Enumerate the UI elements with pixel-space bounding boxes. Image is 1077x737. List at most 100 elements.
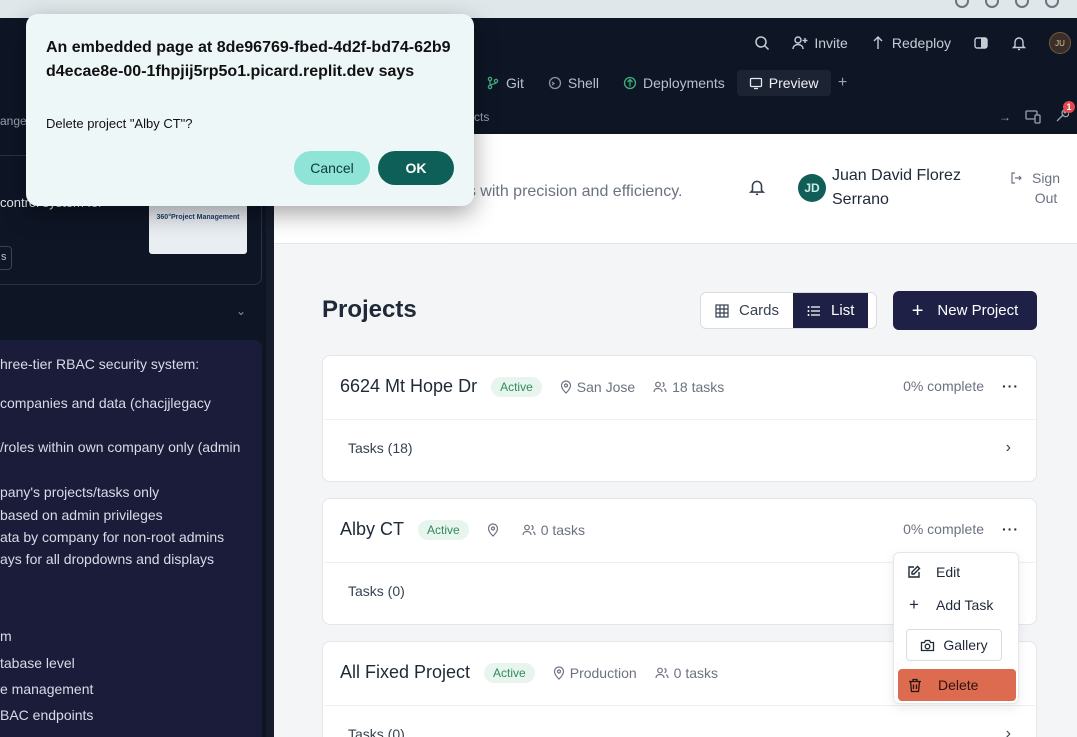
left-partial-text: ange — [0, 114, 27, 128]
search-button[interactable] — [754, 35, 770, 51]
menu-item-label: Add Task — [936, 596, 994, 613]
layout-button[interactable] — [973, 35, 989, 51]
map-pin-icon — [560, 379, 571, 394]
user-name: Juan David Florez Serrano — [832, 167, 961, 208]
project-location: San Jose — [560, 379, 635, 395]
agent-message-line: pany's projects/tasks only — [0, 484, 160, 500]
agent-message-line: tabase level — [0, 655, 75, 671]
project-name[interactable]: All Fixed Project — [340, 662, 470, 683]
tasks-row-label: Tasks (18) — [348, 439, 413, 456]
avatar[interactable]: JD — [798, 174, 826, 202]
tasks-expander[interactable]: Tasks (0) › — [324, 705, 1035, 737]
account-avatar[interactable]: JU — [1049, 32, 1071, 54]
preview-icon — [749, 77, 762, 90]
agent-message-line: BAC endpoints — [0, 707, 94, 723]
map-pin-icon — [553, 665, 564, 680]
project-name[interactable]: 6624 Mt Hope Dr — [340, 376, 477, 397]
map-pin-icon — [487, 522, 498, 537]
tab-shell[interactable]: Shell — [536, 70, 611, 96]
agent-message-line: ays for all dropdowns and displays — [0, 551, 215, 567]
search-icon — [755, 36, 770, 51]
app-preview: nstruction projects with precision and e… — [274, 134, 1077, 737]
users-icon — [655, 667, 669, 678]
chevron-right-icon: › — [1005, 724, 1011, 737]
status-badge: Active — [484, 662, 535, 683]
task-count-label: 18 tasks — [672, 378, 725, 395]
menu-item-label: Edit — [936, 564, 961, 580]
attachment-thumbnail[interactable]: 360°Project Management — [149, 200, 247, 254]
more-options-icon[interactable]: ··· — [1002, 521, 1019, 537]
browser-icon[interactable] — [1015, 0, 1029, 8]
edit-icon — [908, 565, 921, 578]
layout-icon — [974, 37, 988, 49]
more-options-icon[interactable]: ··· — [1002, 378, 1019, 394]
menu-item-add-task[interactable]: + Add Task — [906, 596, 993, 613]
gallery-button[interactable]: Gallery — [906, 629, 1002, 661]
location-label: San Jose — [576, 378, 636, 395]
tasks-expander[interactable]: Tasks (18) › — [324, 419, 1035, 475]
status-badge: Active — [418, 519, 469, 540]
plus-icon: + — [909, 595, 919, 614]
project-name[interactable]: Alby CT — [340, 519, 404, 540]
agent-message-line: m — [0, 628, 12, 644]
tab-shell-label: Shell — [567, 75, 600, 91]
panel-resize-handle[interactable] — [266, 134, 274, 737]
confirm-dialog: An embedded page at 8de96769-fbed-4d2f-b… — [26, 14, 474, 206]
view-list-button[interactable]: List — [793, 293, 869, 328]
agent-message-line: ata by company for non-root admins — [0, 529, 225, 545]
status-badge: Active — [491, 376, 542, 397]
agent-message-line: based on admin privileges — [0, 507, 163, 523]
project-task-count: 0 tasks — [655, 665, 718, 681]
profile-icon[interactable] — [1045, 0, 1059, 8]
redeploy-label: Redeploy — [891, 35, 951, 51]
redeploy-button[interactable]: Redeploy — [870, 35, 951, 51]
thumbnail-caption: 360°Project Management — [156, 214, 240, 221]
devtools-button[interactable]: 1 — [1055, 100, 1075, 126]
add-tab-button[interactable]: + — [831, 74, 855, 92]
agent-message-line: hree-tier RBAC security system: — [0, 356, 200, 372]
left-chip[interactable]: s — [0, 246, 12, 270]
page-title: Projects — [322, 296, 417, 323]
agent-message-line: /roles within own company only (admin — [0, 439, 241, 455]
tab-preview[interactable]: Preview — [736, 70, 831, 96]
notification-count: 1 — [1063, 100, 1075, 113]
location-label: Production — [569, 664, 637, 681]
ok-button[interactable]: OK — [378, 151, 454, 185]
menu-item-delete[interactable]: Delete — [898, 669, 1016, 701]
agent-message-line: companies and data (chacjjlegacy — [0, 395, 211, 411]
sign-out-label: Sign Out — [1031, 170, 1061, 206]
url-text: cts — [474, 110, 490, 124]
arrow-right-icon[interactable]: → — [999, 110, 1011, 124]
view-cards-button[interactable]: Cards — [701, 293, 793, 328]
cancel-button[interactable]: Cancel — [294, 151, 370, 185]
chevron-right-icon: › — [1005, 438, 1011, 456]
tab-git-label: Git — [506, 75, 524, 91]
plus-icon: + — [911, 299, 924, 322]
tab-deployments[interactable]: Deployments — [611, 70, 737, 96]
invite-button[interactable]: Invite — [792, 35, 848, 51]
deploy-icon — [873, 36, 883, 49]
invite-label: Invite — [814, 35, 848, 51]
chevron-down-icon[interactable]: ⌄ — [236, 304, 246, 318]
browser-icon[interactable] — [955, 0, 969, 8]
preview-url-bar[interactable]: cts → 1 — [474, 100, 1077, 130]
add-user-icon — [792, 36, 808, 50]
new-project-button[interactable]: + New Project — [893, 291, 1037, 330]
logout-icon — [1011, 172, 1022, 184]
notifications-button[interactable] — [1011, 35, 1027, 51]
bell-icon — [1011, 37, 1027, 51]
browser-icon[interactable] — [985, 0, 999, 8]
tab-preview-label: Preview — [768, 75, 819, 91]
new-project-label: New Project — [937, 302, 1019, 319]
tab-git[interactable]: Git — [474, 70, 536, 96]
project-task-count: 0 tasks — [522, 522, 585, 538]
users-icon — [522, 524, 536, 535]
sign-out-button[interactable]: Sign Out — [1010, 168, 1064, 208]
project-actions-menu: Edit + Add Task Gallery Delete — [893, 552, 1019, 704]
view-toggle: Cards List — [700, 292, 877, 329]
menu-item-edit[interactable]: Edit — [906, 564, 960, 580]
bell-icon[interactable] — [748, 178, 766, 196]
devices-icon[interactable] — [1025, 110, 1041, 124]
dialog-message: Delete project "Alby CT"? — [46, 116, 193, 131]
tasks-row-label: Tasks (0) — [348, 582, 405, 599]
